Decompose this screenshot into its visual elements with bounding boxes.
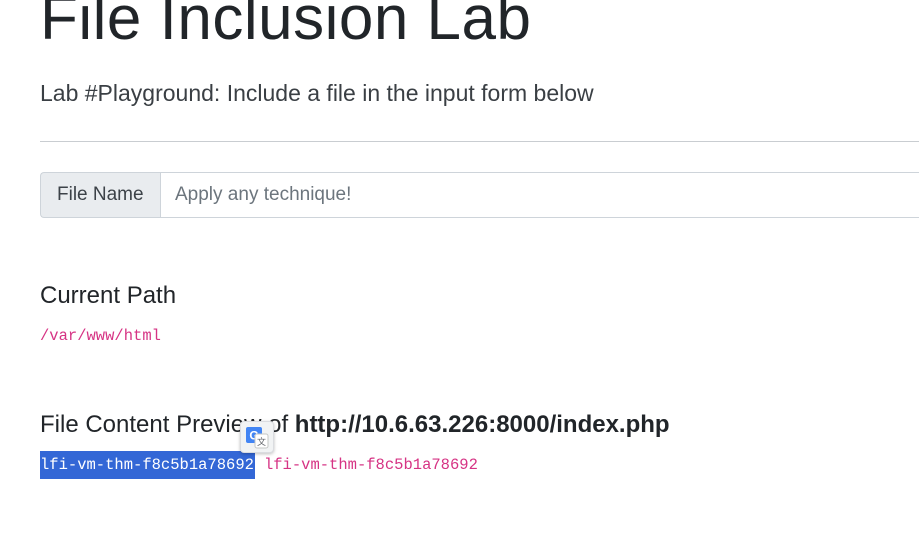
divider [40,141,919,142]
page: File Inclusion Lab Lab #Playground: Incl… [0,0,919,537]
selected-content-text[interactable]: lfi-vm-thm-f8c5b1a78692 [40,451,255,479]
file-content-output: lfi-vm-thm-f8c5b1a78692 lfi-vm-thm-f8c5b… [40,451,478,479]
file-name-label: File Name [40,172,160,218]
file-name-input[interactable] [160,172,919,218]
current-path-heading: Current Path [40,282,177,309]
svg-text:文: 文 [257,436,266,448]
file-name-input-group: File Name [40,172,919,218]
google-translate-icon[interactable]: G 文 [240,421,274,453]
current-path-value: /var/www/html [40,327,161,345]
page-subtitle: Lab #Playground: Include a file in the i… [40,80,594,106]
preview-url: http://10.6.63.226:8000/index.php [294,411,670,438]
page-title: File Inclusion Lab [40,0,532,53]
file-content-text[interactable]: lfi-vm-thm-f8c5b1a78692 [264,456,478,474]
translate-glyph-icon: G 文 [246,427,269,449]
file-content-preview-heading: File Content Preview of http://10.6.63.2… [40,411,670,439]
